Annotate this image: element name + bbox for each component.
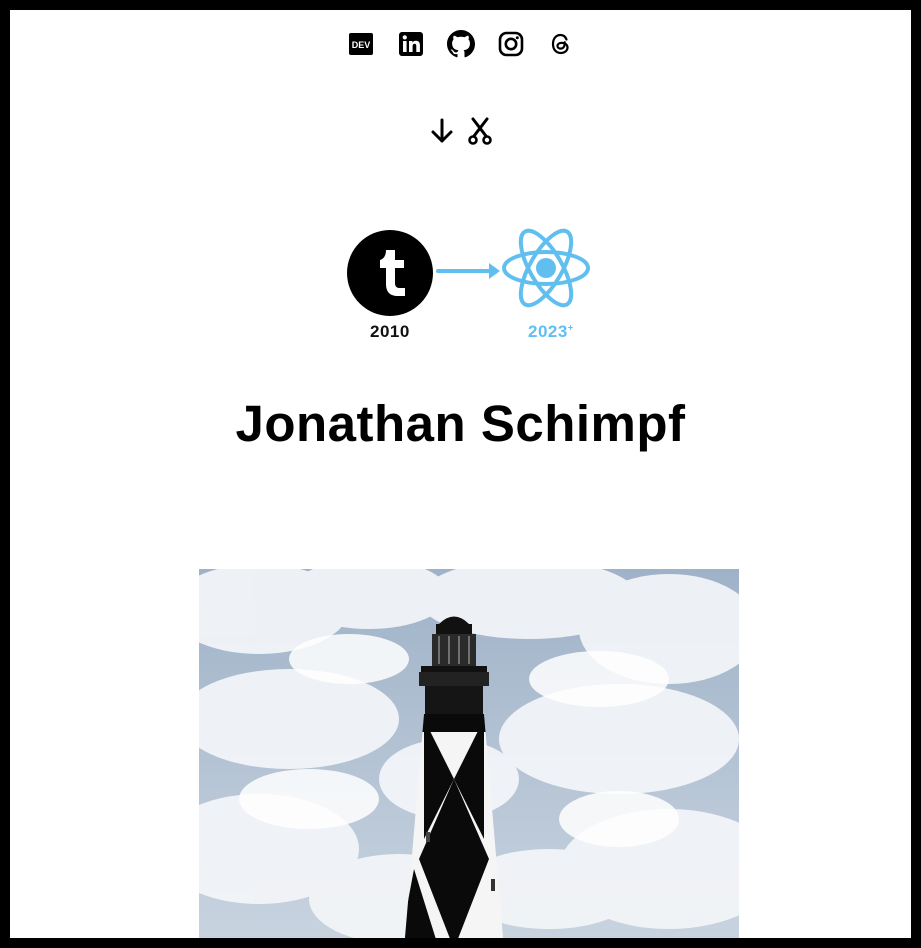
social-links: DEV: [10, 30, 911, 58]
scissors-icon[interactable]: [466, 116, 494, 146]
linkedin-link[interactable]: [397, 30, 425, 58]
stack-evolution: 2010 2023+: [346, 226, 596, 346]
threads-link[interactable]: [547, 30, 575, 58]
page: DEV 2010 2023+ Jonathan Schimpf: [10, 10, 911, 938]
github-icon: [446, 30, 475, 58]
to-year: 2023: [528, 322, 568, 341]
svg-text:DEV: DEV: [351, 40, 370, 50]
react-icon: [502, 228, 590, 308]
dev-link[interactable]: DEV: [347, 30, 375, 58]
to-year-label: 2023+: [528, 322, 574, 342]
arrow-down-icon[interactable]: [428, 116, 456, 146]
page-title: Jonathan Schimpf: [235, 395, 686, 452]
linkedin-icon: [398, 32, 423, 56]
dev-icon: DEV: [348, 33, 373, 55]
github-link[interactable]: [446, 30, 475, 58]
tumblr-icon: [347, 230, 433, 316]
instagram-link[interactable]: [497, 30, 525, 58]
from-year: 2010: [370, 322, 410, 341]
lighthouse-photo: [199, 569, 739, 938]
instagram-icon: [498, 31, 523, 57]
nav-icons: [10, 116, 911, 146]
arrow-right-icon: [436, 263, 500, 279]
threads-icon: [551, 33, 569, 55]
to-year-suffix: +: [567, 322, 574, 333]
